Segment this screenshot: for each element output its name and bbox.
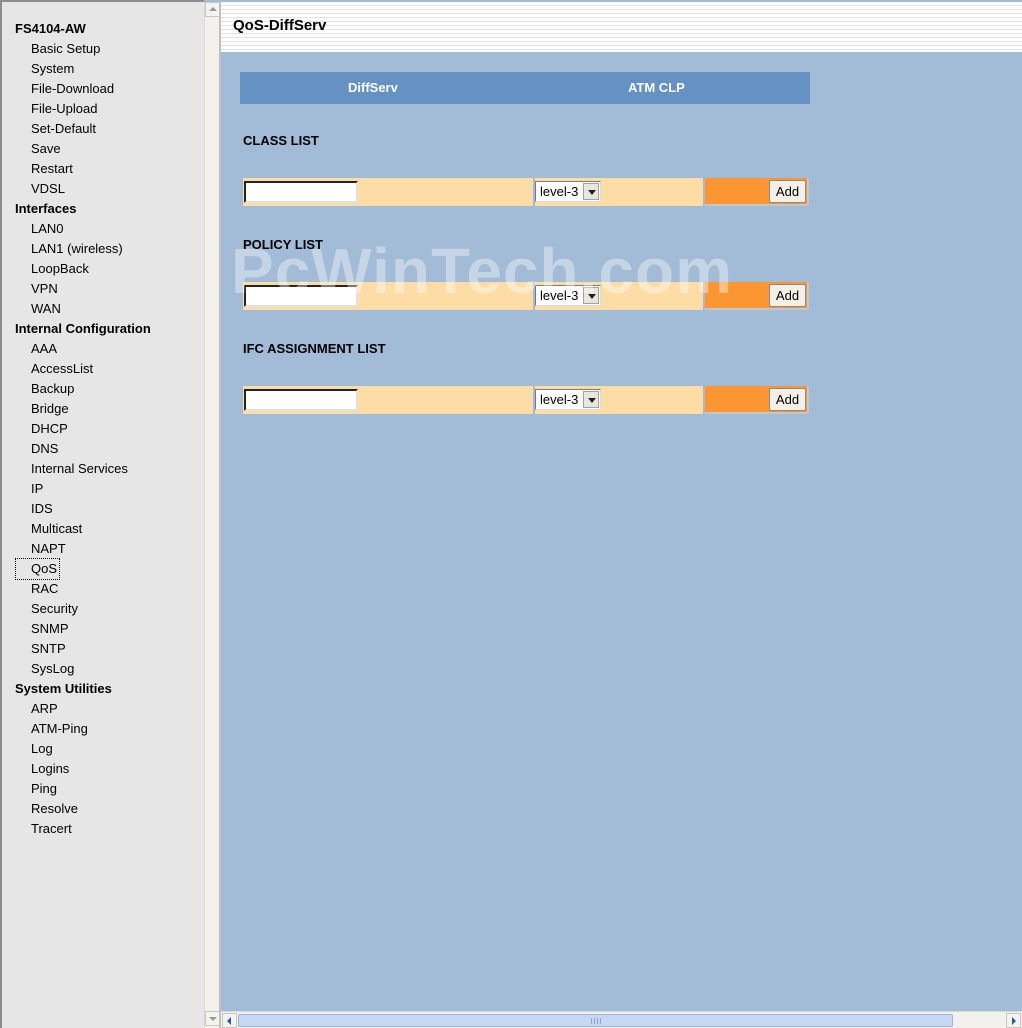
- nav-item-basic-setup[interactable]: Basic Setup: [31, 39, 100, 59]
- nav-item-aaa[interactable]: AAA: [31, 339, 57, 359]
- policy-list-action-cell: Add: [705, 282, 809, 310]
- nav-item-set-default[interactable]: Set-Default: [31, 119, 96, 139]
- page-header: QoS-DiffServ: [221, 2, 1022, 52]
- nav-item-lan0[interactable]: LAN0: [31, 219, 64, 239]
- policy-level-select-value: level-3: [540, 288, 579, 303]
- nav-vertical-scrollbar[interactable]: [204, 2, 220, 1028]
- arrow-right-icon: [1012, 1017, 1016, 1025]
- class-level-select-value: level-3: [540, 184, 579, 199]
- class-list-action-cell: Add: [705, 178, 809, 206]
- nav-item-restart[interactable]: Restart: [31, 159, 73, 179]
- arrow-up-icon: [209, 7, 217, 11]
- nav-item-qos[interactable]: QoS: [14, 558, 61, 580]
- class-list-row: level-3 Add: [243, 178, 809, 206]
- nav-item-log[interactable]: Log: [31, 739, 53, 759]
- nav-item-security[interactable]: Security: [31, 599, 78, 619]
- nav-item-wan[interactable]: WAN: [31, 299, 61, 319]
- class-list-title: CLASS LIST: [243, 133, 319, 148]
- nav-item-ids[interactable]: IDS: [31, 499, 53, 519]
- nav-frame: FS4104-AW Basic Setup System File-Downlo…: [0, 0, 204, 1028]
- nav-item-rac[interactable]: RAC: [31, 579, 58, 599]
- nav-item-vdsl[interactable]: VDSL: [31, 179, 65, 199]
- nav-item-save[interactable]: Save: [31, 139, 61, 159]
- policy-name-input[interactable]: [244, 285, 358, 307]
- page-title: QoS-DiffServ: [233, 17, 327, 34]
- grip-line: [597, 1018, 598, 1024]
- nav-item-resolve[interactable]: Resolve: [31, 799, 78, 819]
- class-list-select-cell: level-3: [535, 178, 703, 206]
- nav-item-lan1-wireless[interactable]: LAN1 (wireless): [31, 239, 123, 259]
- arrow-left-icon: [227, 1017, 231, 1025]
- ifc-level-select[interactable]: level-3: [535, 389, 601, 410]
- nav-item-atm-ping[interactable]: ATM-Ping: [31, 719, 88, 739]
- nav-item-ip[interactable]: IP: [31, 479, 43, 499]
- policy-level-select[interactable]: level-3: [535, 285, 601, 306]
- nav-item-snmp[interactable]: SNMP: [31, 619, 69, 639]
- nav-item-napt[interactable]: NAPT: [31, 539, 66, 559]
- dropdown-button[interactable]: [583, 183, 599, 200]
- main-horizontal-scrollbar[interactable]: [221, 1011, 1022, 1028]
- class-level-select[interactable]: level-3: [535, 181, 601, 202]
- scroll-right-button[interactable]: [1006, 1013, 1021, 1028]
- nav-heading-interfaces: Interfaces: [15, 201, 77, 216]
- dropdown-button[interactable]: [583, 391, 599, 408]
- nav-item-ping[interactable]: Ping: [31, 779, 57, 799]
- nav-item-vpn[interactable]: VPN: [31, 279, 58, 299]
- nav-item-sntp[interactable]: SNTP: [31, 639, 66, 659]
- tab-diffserv[interactable]: DiffServ: [348, 72, 398, 104]
- ifc-add-button[interactable]: Add: [769, 388, 806, 411]
- horizontal-scroll-thumb[interactable]: [238, 1014, 953, 1027]
- ifc-assignment-list-title: IFC ASSIGNMENT LIST: [243, 341, 386, 356]
- ifc-level-select-value: level-3: [540, 392, 579, 407]
- policy-list-row: level-3 Add: [243, 282, 809, 310]
- device-name: FS4104-AW: [15, 21, 86, 36]
- policy-list-select-cell: level-3: [535, 282, 703, 310]
- policy-list-input-cell: [243, 282, 533, 310]
- nav-item-internal-services[interactable]: Internal Services: [31, 459, 128, 479]
- nav-item-tracert[interactable]: Tracert: [31, 819, 72, 839]
- chevron-down-icon: [588, 294, 596, 299]
- nav-item-bridge[interactable]: Bridge: [31, 399, 69, 419]
- class-add-button[interactable]: Add: [769, 180, 806, 203]
- dropdown-button[interactable]: [583, 287, 599, 304]
- scroll-left-button[interactable]: [222, 1013, 237, 1028]
- nav-item-dhcp[interactable]: DHCP: [31, 419, 68, 439]
- tab-bar: DiffServ ATM CLP: [240, 72, 810, 104]
- scroll-down-button[interactable]: [205, 1011, 220, 1026]
- grip-line: [594, 1018, 595, 1024]
- policy-add-button[interactable]: Add: [769, 284, 806, 307]
- scroll-up-button[interactable]: [205, 2, 220, 17]
- chevron-down-icon: [588, 398, 596, 403]
- nav-item-multicast[interactable]: Multicast: [31, 519, 82, 539]
- ifc-assignment-action-cell: Add: [705, 386, 809, 414]
- grip-line: [591, 1018, 592, 1024]
- main-frame: QoS-DiffServ DiffServ ATM CLP CLASS LIST…: [219, 2, 1022, 1028]
- nav-item-system[interactable]: System: [31, 59, 74, 79]
- nav-item-loopback[interactable]: LoopBack: [31, 259, 89, 279]
- ifc-assignment-input[interactable]: [244, 389, 358, 411]
- grip-line: [600, 1018, 601, 1024]
- nav-item-dns[interactable]: DNS: [31, 439, 58, 459]
- nav-item-accesslist[interactable]: AccessList: [31, 359, 93, 379]
- policy-list-title: POLICY LIST: [243, 237, 323, 252]
- arrow-down-icon: [209, 1017, 217, 1021]
- nav-heading-internal-configuration: Internal Configuration: [15, 321, 151, 336]
- class-name-input[interactable]: [244, 181, 358, 203]
- nav-item-backup[interactable]: Backup: [31, 379, 74, 399]
- tab-atm-clp[interactable]: ATM CLP: [628, 72, 685, 104]
- ifc-assignment-select-cell: level-3: [535, 386, 703, 414]
- nav-item-syslog[interactable]: SysLog: [31, 659, 74, 679]
- nav-item-logins[interactable]: Logins: [31, 759, 69, 779]
- nav-item-arp[interactable]: ARP: [31, 699, 58, 719]
- nav-heading-system-utilities: System Utilities: [15, 681, 112, 696]
- nav-item-file-download[interactable]: File-Download: [31, 79, 114, 99]
- ifc-assignment-list-row: level-3 Add: [243, 386, 809, 414]
- chevron-down-icon: [588, 190, 596, 195]
- nav-item-file-upload[interactable]: File-Upload: [31, 99, 97, 119]
- ifc-assignment-input-cell: [243, 386, 533, 414]
- class-list-input-cell: [243, 178, 533, 206]
